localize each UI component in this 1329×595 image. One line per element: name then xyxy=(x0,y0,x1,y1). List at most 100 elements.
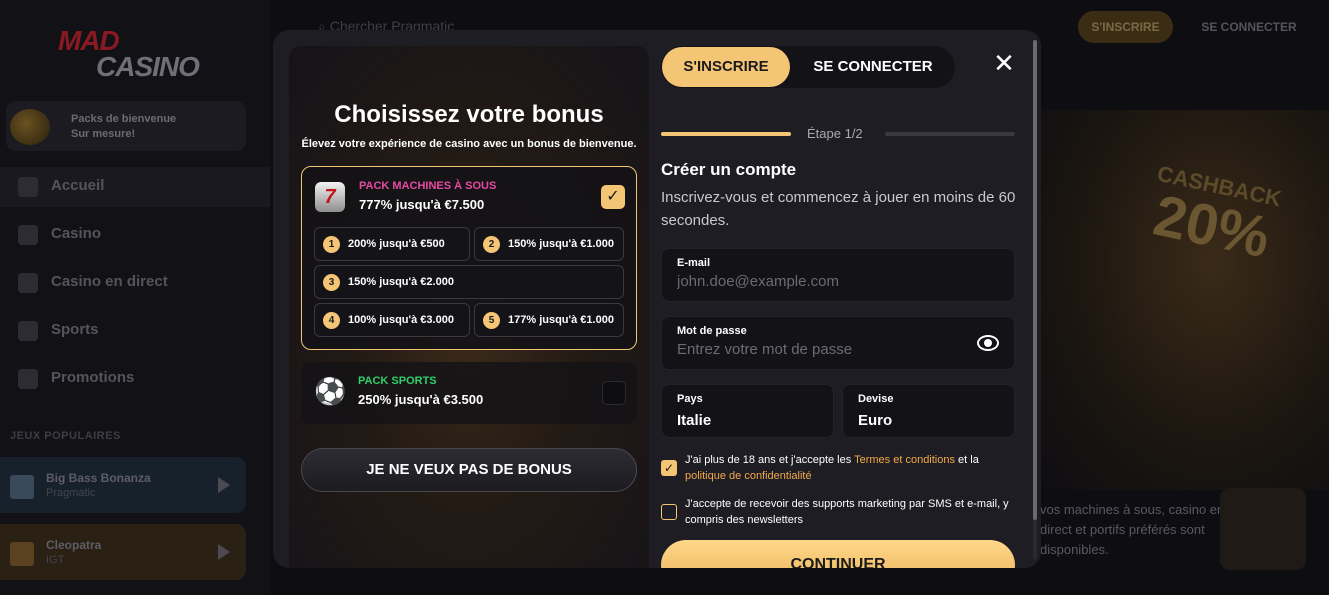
bonus-value: 777% jusqu'à €7.500 xyxy=(359,197,485,212)
terms-link[interactable]: Termes et conditions xyxy=(854,454,955,466)
game-item[interactable]: Big Bass Bonanza Pragmatic xyxy=(0,457,246,513)
sidebar: MAD CASINO Packs de bienvenue Sur mesure… xyxy=(0,0,270,595)
game-provider: Pragmatic xyxy=(46,487,96,499)
bonus-panel: Choisissez votre bonus Élevez votre expé… xyxy=(289,46,649,568)
sports-bonus-card[interactable]: ⚽ PACK SPORTS 250% jusqu'à €3.500 xyxy=(301,362,637,424)
unselected-checkbox[interactable] xyxy=(602,381,626,405)
marketing-consent-text: J'accepte de recevoir des supports marke… xyxy=(685,498,1009,526)
bonus-type: PACK MACHINES À SOUS xyxy=(359,180,497,192)
bonus-title: Choisissez votre bonus xyxy=(334,101,604,128)
password-field[interactable]: Mot de passe xyxy=(661,316,1015,370)
tier-label: 100% jusqu'à €3.000 xyxy=(348,314,454,326)
game-item[interactable]: Cleopatra IGT xyxy=(0,524,246,580)
game-name: Big Bass Bonanza xyxy=(46,471,151,485)
game-name: Cleopatra xyxy=(46,538,102,552)
currency-select[interactable]: Devise Euro xyxy=(842,384,1015,438)
football-icon xyxy=(18,321,38,341)
promo-text: Packs de bienvenue Sur mesure! xyxy=(71,112,176,142)
sidebar-item-label: Promotions xyxy=(51,369,135,386)
game-thumbnail xyxy=(10,475,34,499)
modal-scrollbar[interactable] xyxy=(1033,40,1037,560)
header-login-button[interactable]: SE CONNECTER xyxy=(1188,11,1310,43)
tab-signup[interactable]: S'INSCRIRE xyxy=(662,47,790,87)
tier-number: 4 xyxy=(323,312,340,329)
no-bonus-button[interactable]: JE NE VEUX PAS DE BONUS xyxy=(301,448,637,492)
tier-number: 3 xyxy=(323,274,340,291)
country-select[interactable]: Pays Italie xyxy=(661,384,834,438)
logo-casino-text: CASINO xyxy=(96,51,200,82)
bonus-value: 250% jusqu'à €3.500 xyxy=(358,392,484,407)
tab-login[interactable]: SE CONNECTER xyxy=(793,47,953,87)
password-label: Mot de passe xyxy=(677,325,747,337)
tier-number: 5 xyxy=(483,312,500,329)
gift-icon xyxy=(18,369,38,389)
progress-bar-empty xyxy=(885,132,1015,136)
tier-label: 200% jusqu'à €500 xyxy=(348,238,445,250)
coins-icon xyxy=(10,109,50,145)
form-subtitle: Inscrivez-vous et commencez à jouer en m… xyxy=(661,189,1016,229)
play-icon[interactable] xyxy=(218,477,230,493)
sidebar-item-live-casino[interactable]: Casino en direct xyxy=(0,263,270,303)
age-terms-checkbox[interactable]: ✓ xyxy=(661,460,677,476)
currency-label: Devise xyxy=(858,393,894,405)
bonus-type: PACK SPORTS xyxy=(358,375,437,387)
step-label: Étape 1/2 xyxy=(807,126,863,141)
privacy-policy-link[interactable]: politique de confidentialité xyxy=(685,470,812,482)
progress-bar-filled xyxy=(661,132,791,136)
currency-value: Euro xyxy=(858,412,893,429)
bonus-tier: 3 150% jusqu'à €2.000 xyxy=(314,265,624,299)
game-thumbnail xyxy=(10,542,34,566)
site-logo[interactable]: MAD CASINO xyxy=(58,27,200,82)
scrollbar-thumb[interactable] xyxy=(1033,40,1037,520)
bonus-tier: 4 100% jusqu'à €3.000 xyxy=(314,303,470,337)
password-input[interactable] xyxy=(677,341,937,358)
star-icon xyxy=(1220,488,1306,570)
tier-label: 150% jusqu'à €1.000 xyxy=(508,238,614,250)
sidebar-item-label: Sports xyxy=(51,321,99,338)
country-value: Italie xyxy=(677,412,712,429)
sidebar-item-label: Casino xyxy=(51,225,102,242)
sidebar-item-label: Accueil xyxy=(51,177,105,194)
slot-seven-icon: 7 xyxy=(315,182,345,212)
tier-label: 150% jusqu'à €2.000 xyxy=(348,276,454,288)
hero-text: vos machines à sous, casino en direct et… xyxy=(1040,502,1225,557)
email-field[interactable]: E-mail xyxy=(661,248,1015,302)
football-icon: ⚽ xyxy=(314,376,347,406)
play-icon[interactable] xyxy=(218,544,230,560)
consent-text: et la xyxy=(955,454,979,466)
casino-icon xyxy=(18,225,38,245)
show-password-eye-icon[interactable] xyxy=(977,335,999,351)
bonus-tier: 2 150% jusqu'à €1.000 xyxy=(474,227,624,261)
close-icon[interactable]: ✕ xyxy=(991,50,1017,76)
form-title: Créer un compte xyxy=(661,160,797,179)
marketing-checkbox[interactable] xyxy=(661,504,677,520)
auth-tabs: S'INSCRIRE SE CONNECTER xyxy=(661,46,955,88)
country-label: Pays xyxy=(677,393,703,405)
email-label: E-mail xyxy=(677,257,711,269)
tier-label: 177% jusqu'à €1.000 xyxy=(508,314,614,326)
bonus-tier: 1 200% jusqu'à €500 xyxy=(314,227,470,261)
header-signup-button[interactable]: S'INSCRIRE xyxy=(1078,11,1173,43)
bonus-subtitle: Élevez votre expérience de casino avec u… xyxy=(301,138,637,150)
home-icon xyxy=(18,177,38,197)
selected-checkbox[interactable]: ✓ xyxy=(601,185,625,209)
welcome-packs-promo[interactable]: Packs de bienvenue Sur mesure! xyxy=(6,101,246,151)
signup-modal: Choisissez votre bonus Élevez votre expé… xyxy=(273,30,1041,568)
email-input[interactable] xyxy=(677,273,937,290)
game-provider: IGT xyxy=(46,554,65,566)
tier-number: 1 xyxy=(323,236,340,253)
continue-button[interactable]: CONTINUER xyxy=(661,540,1015,568)
promo-line1: Packs de bienvenue xyxy=(71,113,177,125)
sidebar-item-promotions[interactable]: Promotions xyxy=(0,359,270,399)
popular-games-heading: JEUX POPULAIRES xyxy=(10,430,121,442)
promo-line2: Sur mesure! xyxy=(71,128,136,140)
sidebar-item-home[interactable]: Accueil xyxy=(0,167,270,207)
age-terms-text: J'ai plus de 18 ans et j'accepte les Ter… xyxy=(685,452,1015,484)
sidebar-item-casino[interactable]: Casino xyxy=(0,215,270,255)
live-casino-icon xyxy=(18,273,38,293)
sidebar-item-label: Casino en direct xyxy=(51,273,168,290)
sidebar-item-sports[interactable]: Sports xyxy=(0,311,270,351)
bonus-tier: 5 177% jusqu'à €1.000 xyxy=(474,303,624,337)
tier-number: 2 xyxy=(483,236,500,253)
slots-bonus-card[interactable]: 7 PACK MACHINES À SOUS 777% jusqu'à €7.5… xyxy=(301,166,637,350)
